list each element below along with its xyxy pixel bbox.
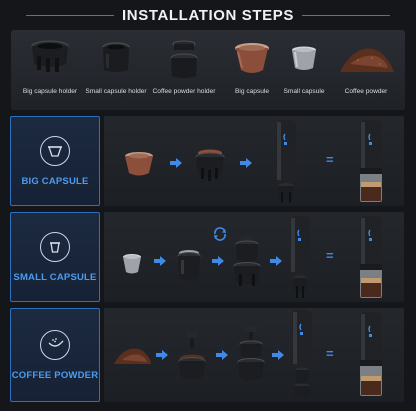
coffee-powder-icon (114, 348, 151, 364)
part-label: Big capsule holder (22, 88, 78, 95)
small-capsule-icon (274, 34, 334, 82)
part-label: Coffee powder (344, 88, 388, 95)
arrow-right-icon (154, 256, 166, 266)
row-name: BIG CAPSULE (21, 175, 89, 187)
adapter-assembly-icon (237, 326, 265, 381)
part-label: Small capsule (283, 88, 325, 95)
coffee-powder-icon (336, 34, 396, 82)
big-capsule-holder-icon (195, 149, 225, 181)
small-capsule-icon (40, 231, 70, 262)
coffee-powder-holder-icon (154, 34, 214, 82)
part-coffee-powder-holder: Coffee powder holder (151, 30, 217, 110)
part-label: Small capsule holder (85, 88, 147, 95)
arrow-right-icon (270, 256, 282, 266)
title-divider-left (26, 15, 118, 16)
small-capsule-icon (123, 254, 141, 274)
arrow-right-icon (216, 350, 228, 360)
equals-sign: = (326, 346, 334, 361)
part-big-capsule-holder: Big capsule holder (17, 30, 83, 110)
big-capsule-holder-icon (20, 34, 80, 82)
small-capsule-holder-icon (86, 34, 146, 82)
arrow-right-icon (170, 158, 182, 168)
row-panel-coffee-powder: = (104, 308, 404, 402)
assembled-coffee-maker-icon (360, 216, 382, 298)
row-name: COFFEE POWDER (11, 369, 99, 381)
row-panel-small-capsule: = (104, 212, 404, 302)
row-label-coffee-powder: COFFEE POWDER (10, 308, 100, 402)
row-name: SMALL CAPSULE (13, 271, 97, 283)
arrow-right-icon (240, 158, 252, 168)
coffee-maker-icon (292, 310, 312, 398)
equals-sign: = (326, 152, 334, 167)
powder-holder-filled-icon (178, 332, 206, 380)
arrow-right-icon (212, 256, 224, 266)
part-label: Coffee powder holder (152, 88, 216, 95)
adapter-assembly-icon (233, 236, 261, 286)
row-panel-big-capsule: = (104, 116, 404, 206)
small-capsule-holder-icon (177, 250, 201, 281)
part-small-capsule-holder: Small capsule holder (83, 30, 149, 110)
row-label-small-capsule: SMALL CAPSULE (10, 212, 100, 302)
coffee-maker-icon (276, 120, 296, 202)
assembled-coffee-maker-icon (360, 312, 382, 396)
part-coffee-powder: Coffee powder (333, 30, 399, 110)
page-title: INSTALLATION STEPS (114, 6, 302, 24)
assembled-coffee-maker-icon (360, 120, 382, 202)
rotate-icon (214, 227, 226, 241)
header: INSTALLATION STEPS (0, 0, 416, 30)
arrow-right-icon (156, 350, 168, 360)
part-small-capsule: Small capsule (271, 30, 337, 110)
row-label-big-capsule: BIG CAPSULE (10, 116, 100, 206)
arrow-right-icon (272, 350, 284, 360)
coffee-maker-icon (290, 216, 310, 298)
equals-sign: = (326, 248, 334, 263)
title-divider-right (298, 15, 390, 16)
big-capsule-icon (40, 135, 70, 166)
big-capsule-icon (125, 152, 153, 176)
part-label: Big capsule (234, 88, 270, 95)
coffee-powder-icon (40, 329, 70, 360)
parts-panel: Big capsule holder Small capsule holder … (11, 30, 405, 110)
